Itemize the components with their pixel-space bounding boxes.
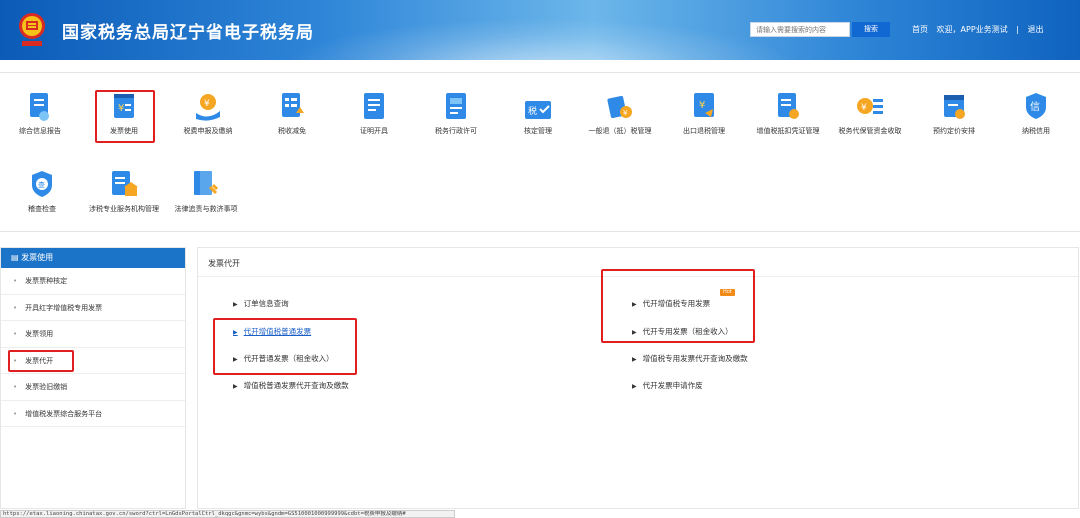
welcome-text: 欢迎，APP业务测试	[936, 25, 1008, 34]
service-menu: 综合信息报告 ¥ 发票使用 ¥ 税费申报及缴纳 税收减免 证明开具 税务行政许可…	[0, 72, 1080, 232]
inspection-icon: 查	[32, 171, 52, 197]
menu-item-agency[interactable]: 涉税专业服务机构管理	[86, 169, 162, 214]
top-links: 首页 欢迎，APP业务测试 | 退出	[912, 24, 1049, 35]
sidebar-item-red-invoice[interactable]: • 开具红字增值税专用发票	[1, 295, 185, 321]
header-banner-graphic	[280, 18, 800, 60]
agency-icon	[112, 171, 138, 196]
vat-deduction-icon	[778, 93, 799, 119]
menu-item-export-refund[interactable]: ¥ 出口退税管理	[666, 91, 742, 136]
export-refund-icon: ¥	[694, 93, 714, 117]
pricing-icon	[944, 95, 965, 119]
tax-reduction-icon	[282, 93, 304, 117]
svg-text:税: 税	[528, 105, 537, 117]
menu-item-verification[interactable]: 税 核定管理	[500, 99, 576, 136]
search-button[interactable]: 搜索	[852, 22, 890, 37]
menu-item-credit[interactable]: 信 纳税信用	[998, 91, 1074, 136]
search-input[interactable]	[750, 22, 850, 37]
menu-item-tax-payment[interactable]: ¥ 税费申报及缴纳	[170, 91, 246, 136]
report-icon	[30, 93, 49, 121]
menu-item-license[interactable]: 税务行政许可	[418, 91, 494, 136]
invoice-highlight-box	[95, 90, 155, 143]
link-cancel-application[interactable]: ▶ 代开发票申请作废	[632, 380, 703, 391]
svg-text:¥: ¥	[204, 99, 210, 109]
site-header: 国家税务总局辽宁省电子税务局 搜索 首页 欢迎，APP业务测试 | 退出	[0, 0, 1080, 60]
menu-item-certificate[interactable]: 证明开具	[336, 91, 412, 136]
menu-item-report[interactable]: 综合信息报告	[2, 91, 78, 136]
certificate-icon	[364, 93, 384, 119]
menu-item-legal[interactable]: 法律追责与救济事项	[168, 169, 244, 214]
custody-funds-icon: ¥	[857, 98, 883, 114]
browser-status-url: https://etax.liaoning.chinatax.gov.cn/sw…	[0, 510, 455, 518]
menu-item-vat-deduction[interactable]: 增值税抵扣凭证管理	[750, 91, 826, 136]
verification-icon: 税	[525, 101, 551, 119]
home-link[interactable]: 首页	[912, 25, 928, 34]
license-icon	[446, 93, 466, 119]
logout-link[interactable]: 退出	[1027, 25, 1043, 34]
sidebar-item-type-verify[interactable]: • 发票票种核定	[1, 268, 185, 295]
sidebar-highlight-box	[8, 350, 74, 372]
site-title: 国家税务总局辽宁省电子税务局	[62, 23, 314, 43]
menu-item-pricing[interactable]: 预约定价安排	[916, 91, 992, 136]
left-links-highlight-box	[213, 318, 357, 375]
link-vat-ordinary-query-pay[interactable]: ▶ 增值税普通发票代开查询及缴款	[233, 380, 349, 391]
svg-text:¥: ¥	[861, 103, 867, 113]
section-title: 发票代开	[208, 259, 240, 268]
refund-icon: ¥	[607, 95, 632, 119]
sidebar-item-vat-platform[interactable]: • 增值税发票综合服务平台	[1, 401, 185, 427]
svg-text:信: 信	[1030, 101, 1040, 113]
sidebar: ▤ 发票使用 • 发票票种核定 • 开具红字增值税专用发票 • 发票领用 • 发票代开 …	[0, 247, 186, 509]
tax-payment-icon: ¥	[196, 94, 220, 121]
svg-text:¥: ¥	[623, 109, 628, 117]
menu-item-tax-reduction[interactable]: 税收减免	[254, 91, 330, 136]
menu-item-custody-funds[interactable]: ¥ 税务代保管资金收取	[832, 91, 908, 136]
menu-item-refund[interactable]: ¥ 一般退（抵）税管理	[582, 91, 658, 136]
tax-emblem-icon	[19, 13, 45, 46]
menu-list-icon: ▤	[11, 253, 22, 262]
separator: |	[1016, 25, 1019, 34]
link-vat-special-query-pay[interactable]: ▶ 增值税专用发票代开查询及缴款	[632, 353, 748, 364]
svg-text:¥: ¥	[699, 100, 705, 111]
legal-icon	[194, 171, 219, 195]
svg-text:查: 查	[38, 180, 45, 189]
sidebar-header: ▤ 发票使用	[1, 248, 185, 268]
sidebar-item-invoice-cancel[interactable]: • 发票验旧缴销	[1, 374, 185, 401]
right-links-highlight-box	[601, 269, 755, 343]
link-order-query[interactable]: ▶ 订单信息查询	[233, 298, 289, 309]
menu-item-inspection[interactable]: 查 稽查检查	[4, 169, 80, 214]
sidebar-item-invoice-claim[interactable]: • 发票领用	[1, 321, 185, 348]
credit-icon: 信	[1026, 93, 1046, 119]
